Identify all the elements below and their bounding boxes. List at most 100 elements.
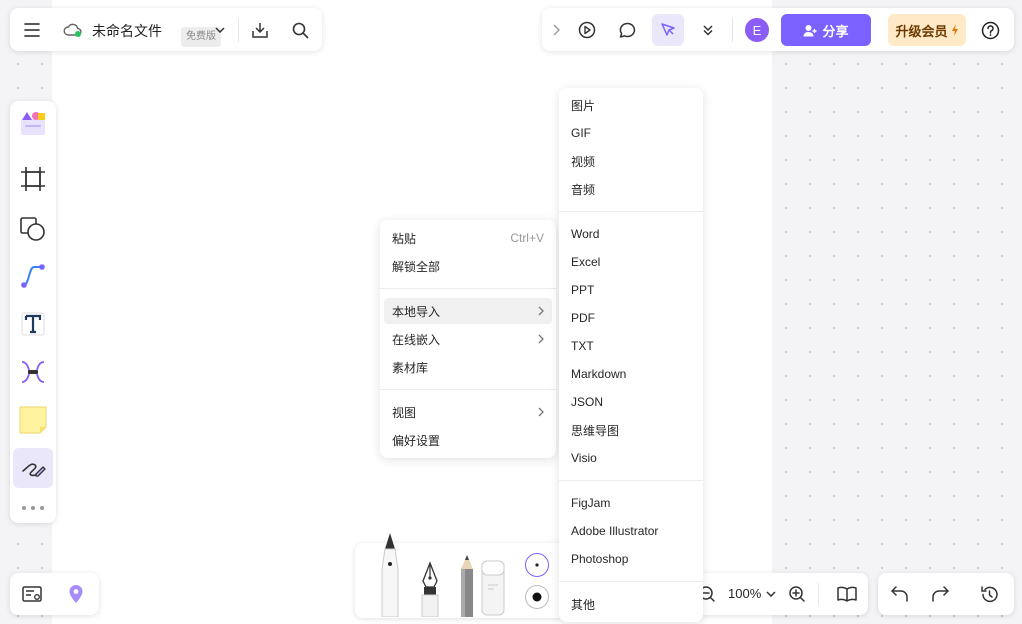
submenu-item-label: 音频 — [571, 182, 596, 197]
shape-tool[interactable] — [13, 209, 53, 249]
submenu-item-image[interactable]: 图片 — [563, 92, 699, 118]
select-cursor-icon[interactable] — [652, 14, 684, 46]
redo-icon[interactable] — [929, 583, 951, 605]
submenu-item-label: Visio — [571, 451, 597, 465]
eraser-icon[interactable] — [479, 559, 507, 617]
menu-item-label: 解锁全部 — [392, 259, 441, 274]
document-title[interactable]: 未命名文件 — [92, 21, 162, 41]
submenu-item-video[interactable]: 视频 — [563, 148, 699, 174]
book-icon[interactable] — [835, 583, 859, 605]
connector-tool[interactable] — [13, 256, 53, 296]
bottom-left-bar — [10, 573, 99, 615]
submenu-item-illustrator[interactable]: Adobe Illustrator — [563, 518, 699, 544]
text-icon — [21, 312, 45, 336]
submenu-item-label: PPT — [571, 283, 595, 297]
chevron-double-down-icon[interactable] — [696, 18, 720, 42]
pen-tray — [355, 533, 565, 618]
menu-item-label: 本地导入 — [392, 304, 441, 319]
marker-pen-icon[interactable] — [375, 531, 405, 617]
stroke-thick-button[interactable] — [525, 585, 549, 609]
menu-item-view[interactable]: 视图 — [384, 399, 552, 425]
menu-item-label: 素材库 — [392, 360, 429, 375]
submenu-item-markdown[interactable]: Markdown — [563, 361, 699, 387]
menu-item-online-embed[interactable]: 在线嵌入 — [384, 326, 552, 352]
mindmap-tool[interactable] — [13, 352, 53, 392]
search-icon[interactable] — [288, 18, 312, 42]
cloud-saved-icon — [62, 20, 84, 40]
menu-item-preferences[interactable]: 偏好设置 — [384, 427, 552, 453]
collab-toolbar: E 分享 升级会员 — [542, 8, 1014, 51]
submenu-item-label: TXT — [571, 339, 594, 353]
minimap-icon[interactable] — [21, 583, 43, 605]
submenu-item-json[interactable]: JSON — [563, 389, 699, 415]
submenu-item-label: 思维导图 — [571, 423, 620, 438]
zoom-level[interactable]: 100% — [728, 586, 761, 601]
context-menu: 粘贴 Ctrl+V 解锁全部 本地导入 在线嵌入 素材库 视图 偏好设置 — [380, 220, 556, 458]
pen-tool[interactable] — [13, 448, 53, 488]
chevron-down-icon[interactable] — [211, 21, 229, 39]
menu-item-label: 在线嵌入 — [392, 332, 441, 347]
upgrade-label: 升级会员 — [895, 23, 948, 39]
frame-tool[interactable] — [13, 159, 53, 199]
import-submenu: 图片 GIF 视频 音频 Word Excel PPT PDF TXT Mark… — [559, 88, 703, 622]
submenu-item-label: Markdown — [571, 367, 627, 381]
menu-item-paste[interactable]: 粘贴 Ctrl+V — [384, 225, 552, 251]
submenu-item-photoshop[interactable]: Photoshop — [563, 546, 699, 572]
location-pin-icon[interactable] — [65, 583, 87, 605]
submenu-item-label: Excel — [571, 255, 601, 269]
comment-icon[interactable] — [615, 18, 639, 42]
download-icon[interactable] — [248, 18, 272, 42]
template-tool[interactable] — [13, 103, 53, 143]
sticky-note-tool[interactable] — [13, 400, 53, 440]
chevron-right-icon — [538, 334, 544, 344]
share-button[interactable]: 分享 — [781, 14, 871, 46]
file-toolbar: 未命名文件 免费版 — [10, 8, 322, 51]
history-icon[interactable] — [978, 583, 1000, 605]
submenu-item-excel[interactable]: Excel — [563, 249, 699, 275]
submenu-item-audio[interactable]: 音频 — [563, 176, 699, 202]
pen-icon — [22, 463, 46, 477]
help-icon[interactable] — [978, 18, 1002, 42]
hamburger-icon[interactable] — [20, 18, 44, 42]
menu-item-label: 偏好设置 — [392, 433, 441, 448]
submenu-item-label: Word — [571, 227, 600, 241]
submenu-item-label: 其他 — [571, 597, 596, 612]
upgrade-button[interactable]: 升级会员 — [888, 14, 966, 46]
menu-item-asset-library[interactable]: 素材库 — [384, 354, 552, 380]
submenu-item-gif[interactable]: GIF — [563, 120, 699, 146]
submenu-item-word[interactable]: Word — [563, 221, 699, 247]
submenu-item-label: FigJam — [571, 496, 611, 510]
fountain-pen-icon[interactable] — [415, 561, 445, 617]
more-icon[interactable] — [18, 499, 48, 517]
chevron-right-icon[interactable] — [548, 20, 564, 40]
history-bar — [878, 573, 1014, 615]
avatar[interactable]: E — [745, 18, 769, 42]
shape-icon — [20, 217, 45, 241]
submenu-item-mindmap[interactable]: 思维导图 — [563, 417, 699, 443]
submenu-item-pdf[interactable]: PDF — [563, 305, 699, 331]
submenu-item-label: JSON — [571, 395, 604, 409]
menu-item-local-import[interactable]: 本地导入 — [384, 298, 552, 324]
pencil-icon[interactable] — [457, 551, 477, 617]
submenu-item-label: PDF — [571, 311, 595, 325]
menu-item-unlock-all[interactable]: 解锁全部 — [384, 253, 552, 279]
stroke-thin-button[interactable] — [525, 553, 549, 577]
text-tool[interactable] — [13, 304, 53, 344]
template-icon — [21, 112, 45, 135]
tool-sidebar — [10, 101, 56, 523]
submenu-item-txt[interactable]: TXT — [563, 333, 699, 359]
mindmap-icon — [21, 361, 45, 383]
submenu-item-other[interactable]: 其他 — [563, 591, 699, 617]
submenu-item-visio[interactable]: Visio — [563, 445, 699, 471]
menu-item-label: 视图 — [392, 405, 417, 420]
submenu-item-ppt[interactable]: PPT — [563, 277, 699, 303]
submenu-item-label: Photoshop — [571, 552, 629, 566]
submenu-item-label: Adobe Illustrator — [571, 524, 659, 538]
zoom-in-icon[interactable] — [786, 583, 808, 605]
bolt-icon — [951, 24, 958, 36]
play-icon[interactable] — [575, 18, 599, 42]
undo-icon[interactable] — [889, 583, 911, 605]
frame-icon — [21, 167, 45, 191]
chevron-down-icon[interactable] — [764, 587, 778, 601]
submenu-item-figjam[interactable]: FigJam — [563, 490, 699, 516]
